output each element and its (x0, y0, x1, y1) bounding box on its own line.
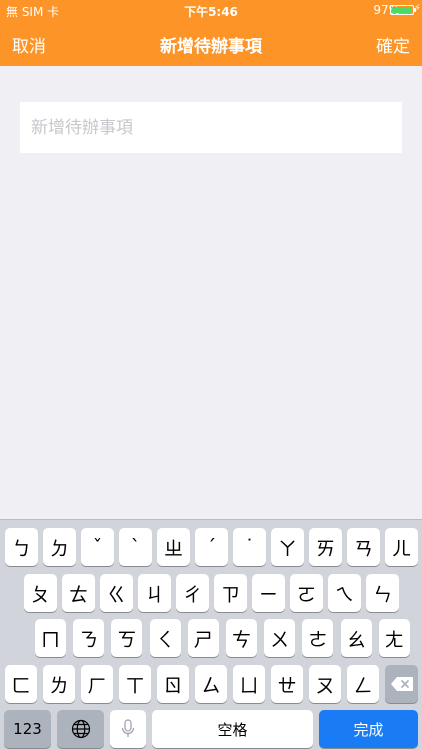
status-bar: 無 SIM 卡 下午5:46 97% ⚡ (0, 0, 422, 20)
charging-icon: ⚡ (413, 3, 421, 14)
keyboard-row-3: ㄇㄋㄎㄑㄕㄘㄨㄜㄠㄤ (0, 619, 422, 659)
space-key[interactable]: 空格 (152, 710, 313, 748)
backspace-icon (390, 677, 413, 691)
key-1-9[interactable]: ㄞ (309, 528, 342, 566)
key-1-10[interactable]: ㄢ (347, 528, 380, 566)
key-2-9[interactable]: ㄟ (328, 574, 361, 612)
key-2-3[interactable]: ㄍ (100, 574, 133, 612)
battery-icon (390, 5, 416, 15)
confirm-button[interactable]: 確定 (376, 32, 410, 57)
nav-bar: 取消 新增待辦事項 確定 (0, 20, 422, 66)
key-3-2[interactable]: ㄋ (73, 619, 105, 657)
keyboard-bottom-row: 123 空格 完成 (0, 710, 422, 750)
delete-key[interactable] (385, 665, 418, 703)
key-1-2[interactable]: ㄉ (43, 528, 76, 566)
todo-input-container (20, 102, 402, 153)
keyboard-row-2: ㄆㄊㄍㄐㄔㄗㄧㄛㄟㄣ (0, 574, 422, 614)
page-title: 新增待辦事項 (160, 37, 262, 57)
key-1-6[interactable]: ˊ (195, 528, 228, 566)
keyboard: ㄅㄉ ˇ ˋ ㄓ ˊ ˙ ㄚㄞㄢㄦ ㄆㄊㄍㄐㄔㄗㄧㄛㄟㄣ ㄇㄋㄎㄑㄕㄘㄨㄜㄠㄤ ㄈㄌㄏㄒㄖㄙ… (0, 519, 422, 750)
microphone-key[interactable] (110, 710, 146, 748)
key-2-8[interactable]: ㄛ (290, 574, 323, 612)
key-4-7[interactable]: ㄩ (233, 665, 265, 703)
key-2-4[interactable]: ㄐ (138, 574, 171, 612)
keyboard-row-1: ㄅㄉ ˇ ˋ ㄓ ˊ ˙ ㄚㄞㄢㄦ (0, 528, 422, 568)
key-1-4[interactable]: ˋ (119, 528, 152, 566)
key-1-8[interactable]: ㄚ (271, 528, 304, 566)
key-1-5[interactable]: ㄓ (157, 528, 190, 566)
key-4-3[interactable]: ㄏ (81, 665, 113, 703)
key-3-7[interactable]: ㄨ (264, 619, 296, 657)
keyboard-row-4: ㄈㄌㄏㄒㄖㄙㄩㄝㄡㄥ (0, 665, 422, 705)
key-2-5[interactable]: ㄔ (176, 574, 209, 612)
key-4-4[interactable]: ㄒ (119, 665, 151, 703)
key-3-1[interactable]: ㄇ (35, 619, 66, 657)
todo-input[interactable] (20, 102, 402, 153)
key-3-9[interactable]: ㄠ (340, 619, 372, 657)
clock-text: 下午5:46 (184, 5, 238, 19)
globe-icon (71, 719, 90, 739)
key-4-10[interactable]: ㄥ (347, 665, 379, 703)
key-3-8[interactable]: ㄜ (302, 619, 334, 657)
key-2-6[interactable]: ㄗ (214, 574, 247, 612)
key-3-6[interactable]: ㄘ (226, 619, 257, 657)
globe-key[interactable] (57, 710, 104, 748)
key-4-9[interactable]: ㄡ (309, 665, 341, 703)
key-3-4[interactable]: ㄑ (149, 619, 181, 657)
key-2-2[interactable]: ㄊ (62, 574, 95, 612)
key-4-2[interactable]: ㄌ (43, 665, 75, 703)
microphone-icon (121, 719, 135, 737)
done-key[interactable]: 完成 (319, 710, 418, 748)
key-4-5[interactable]: ㄖ (157, 665, 189, 703)
key-4-8[interactable]: ㄝ (271, 665, 303, 703)
key-1-1[interactable]: ㄅ (5, 528, 38, 566)
key-1-3[interactable]: ˇ (81, 528, 114, 566)
key-1-11[interactable]: ㄦ (385, 528, 418, 566)
key-2-7[interactable]: ㄧ (252, 574, 285, 612)
key-3-10[interactable]: ㄤ (378, 619, 410, 657)
key-1-7[interactable]: ˙ (233, 528, 266, 566)
key-4-6[interactable]: ㄙ (195, 665, 227, 703)
numbers-key[interactable]: 123 (4, 710, 51, 748)
key-2-1[interactable]: ㄆ (24, 574, 57, 612)
key-3-3[interactable]: ㄎ (111, 619, 143, 657)
key-3-5[interactable]: ㄕ (187, 619, 219, 657)
key-2-10[interactable]: ㄣ (366, 574, 399, 612)
key-4-1[interactable]: ㄈ (5, 665, 37, 703)
